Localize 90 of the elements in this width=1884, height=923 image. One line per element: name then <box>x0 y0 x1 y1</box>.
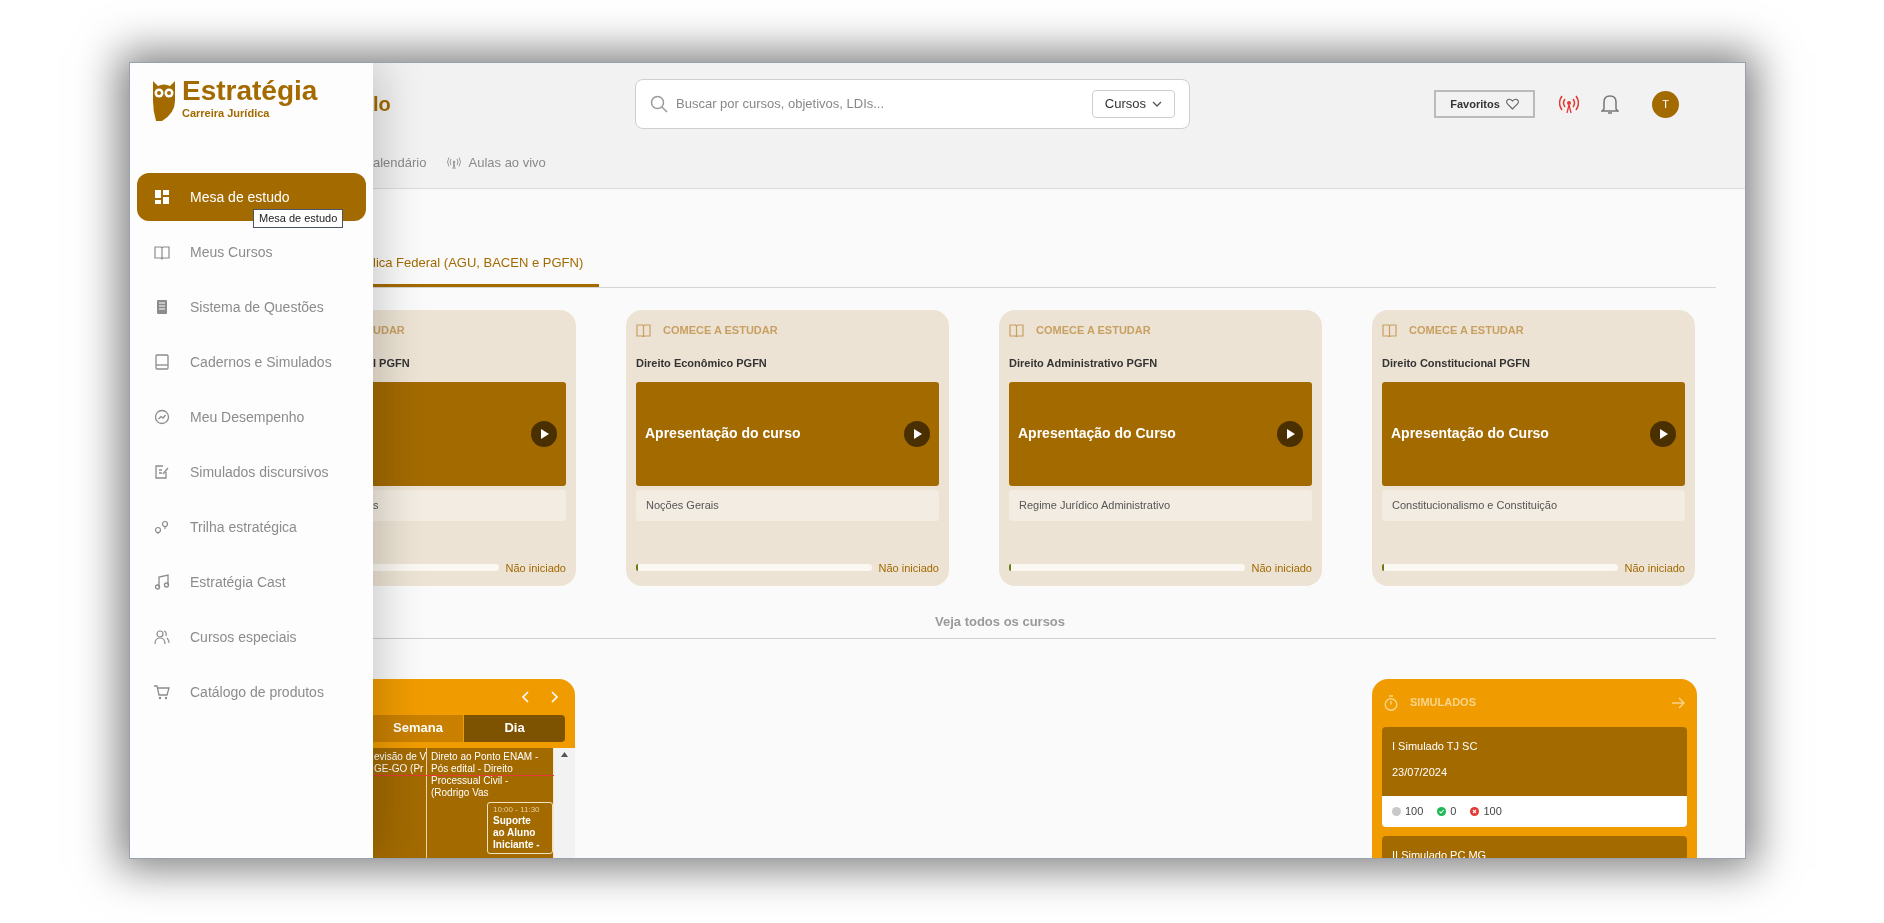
book-icon <box>636 323 651 337</box>
page-title: lo <box>373 92 392 117</box>
simulado-card[interactable]: II Simulado PC MG <box>1382 835 1687 858</box>
sidebar-item[interactable]: Meus Cursos <box>137 228 366 276</box>
stat-count: 100 <box>1405 803 1424 819</box>
video-thumbnail[interactable]: Apresentação do Curso <box>1382 381 1685 486</box>
card-tag: COMECE A ESTUDAR <box>1036 321 1151 339</box>
view-tab[interactable]: Dia <box>464 714 565 742</box>
video-thumbnail[interactable] <box>373 381 566 486</box>
footsteps-icon <box>154 519 170 535</box>
progress-status: Não iniciado <box>1624 560 1685 576</box>
chevron-down-icon <box>1152 101 1162 107</box>
book-icon <box>154 244 170 260</box>
chevron-right-icon[interactable] <box>551 690 559 703</box>
event-text[interactable]: Direto ao Ponto ENAM - Pós edital - Direito Processual Civil - (Rodrigo Vas <box>431 750 539 799</box>
nav-link[interactable]: Aulas ao vivo <box>446 153 546 173</box>
simulado-date: 23/07/2024 <box>1392 765 1449 780</box>
progress-status: Não iniciado <box>1251 560 1312 576</box>
gauge-icon <box>154 409 170 425</box>
notebook-icon <box>154 354 170 370</box>
stat-count: 0 <box>1450 803 1457 819</box>
course-title: l PGFN <box>373 356 411 371</box>
sidebar-item[interactable]: Meu Desempenho <box>137 393 366 441</box>
book-icon <box>1009 323 1024 337</box>
course-title: Direito Constitucional PGFN <box>1382 356 1531 371</box>
signal-icon <box>446 157 461 169</box>
module-name: Regime Jurídico Administrativo <box>1019 497 1170 513</box>
unanswered-icon <box>1392 806 1401 816</box>
play-icon <box>1277 420 1303 447</box>
users-icon <box>154 629 170 645</box>
search-icon <box>650 95 668 113</box>
progress-status: Não iniciado <box>878 560 939 576</box>
live-signal-icon[interactable] <box>1559 95 1579 113</box>
search-field[interactable]: Buscar por cursos, objetivos, LDIs... Cursos <box>635 79 1190 129</box>
course-title: Direito Administrativo PGFN <box>1009 356 1159 371</box>
play-icon <box>904 420 930 447</box>
objective-tab[interactable]: lica Federal (AGU, BACEN e PGFN) <box>373 241 600 287</box>
logo-subtitle: Carreira Jurídica <box>182 107 271 119</box>
stat-count: 100 <box>1483 803 1502 819</box>
video-title: Apresentação do curso <box>645 424 801 443</box>
course-title: Direito Econômico PGFN <box>636 356 768 371</box>
simulado-name: II Simulado PC MG <box>1392 847 1488 858</box>
nav-link[interactable]: alendário <box>373 153 427 173</box>
view-tab[interactable]: Semana <box>373 714 464 742</box>
event-text[interactable]: evisão de V GE-GO (Pr <box>374 750 427 775</box>
book-icon <box>1382 323 1397 337</box>
heart-icon <box>1505 98 1519 110</box>
event-time: 10:00 - 11:30 <box>493 804 541 815</box>
stopwatch-icon <box>1384 694 1398 711</box>
video-title: Apresentação do Curso <box>1391 424 1549 443</box>
bell-icon[interactable] <box>1601 93 1619 115</box>
sidebar-item[interactable]: Trilha estratégica <box>137 503 366 551</box>
see-all-link[interactable]: Veja todos os cursos <box>935 612 1066 632</box>
sidebar-item[interactable]: Catálogo de produtos <box>137 668 366 716</box>
progress-status: Não iniciado <box>505 560 566 576</box>
scroll-up-icon <box>561 751 568 757</box>
sidebar-item[interactable]: Simulados discursivos <box>137 448 366 496</box>
music-icon <box>154 574 170 590</box>
sidebar-item[interactable]: Estratégia Cast <box>137 558 366 606</box>
edit-document-icon <box>154 464 170 480</box>
sidebar-item[interactable]: Cursos especiais <box>137 613 366 661</box>
module-name: Noções Gerais <box>646 497 719 513</box>
video-thumbnail[interactable]: Apresentação do curso <box>636 381 939 486</box>
document-icon <box>154 299 170 315</box>
arrow-right-icon[interactable] <box>1672 696 1685 709</box>
filter-dropdown[interactable]: Cursos <box>1091 90 1175 118</box>
tooltip: Mesa de estudo <box>253 209 344 228</box>
event-card[interactable]: 10:00 - 11:30 Suporte ao Aluno Iniciante - <box>487 801 553 854</box>
simulado-name: I Simulado TJ SC <box>1392 738 1479 754</box>
play-icon <box>1650 420 1676 447</box>
card-tag: COMECE A ESTUDAR <box>1409 321 1524 339</box>
play-icon <box>531 420 557 447</box>
module-name: s <box>373 497 379 513</box>
card-tag: UDAR <box>373 321 405 339</box>
module-name: Constitucionalismo e Constituição <box>1392 497 1558 513</box>
panel-title: SIMULADOS <box>1410 695 1476 711</box>
card-tag: COMECE A ESTUDAR <box>663 321 778 339</box>
sidebar-item[interactable]: Cadernos e Simulados <box>137 338 366 386</box>
chevron-left-icon[interactable] <box>521 690 529 703</box>
dashboard-icon <box>154 189 170 205</box>
favorites-button[interactable]: Favoritos <box>1434 90 1535 118</box>
logo-title: Estratégia <box>182 75 318 107</box>
user-avatar[interactable]: T <box>1652 90 1679 118</box>
cart-icon <box>154 684 170 700</box>
video-title: Apresentação do Curso <box>1018 424 1176 443</box>
wrong-icon <box>1470 806 1480 816</box>
event-title: Suporte ao Aluno Iniciante - <box>493 814 541 851</box>
sidebar-item[interactable]: Sistema de Questões <box>137 283 366 331</box>
check-icon <box>1437 806 1447 816</box>
video-thumbnail[interactable]: Apresentação do Curso <box>1009 381 1312 486</box>
